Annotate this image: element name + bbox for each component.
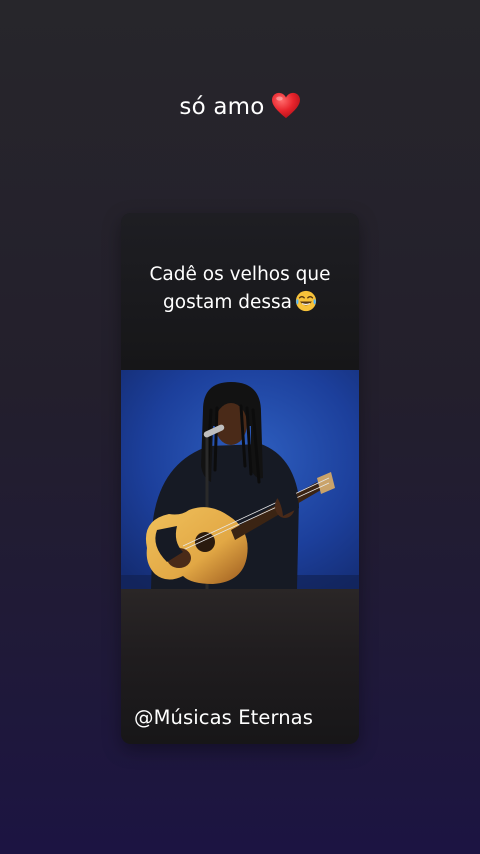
red-heart-icon <box>271 92 301 120</box>
post-header: Cadê os velhos que gostam dessa <box>121 213 359 370</box>
reposted-post-card[interactable]: Cadê os velhos que gostam dessa @Músicas… <box>121 213 359 744</box>
post-footer: @Músicas Eternas <box>121 589 359 744</box>
tears-of-joy-icon <box>295 290 317 312</box>
post-question-line-1: Cadê os velhos que <box>149 264 331 285</box>
post-question: Cadê os velhos que gostam dessa <box>121 261 359 317</box>
story-caption-text: só amo <box>179 94 265 120</box>
story-caption: só amo <box>0 92 480 120</box>
post-question-line-2: gostam dessa <box>163 292 292 313</box>
watermark-handle[interactable]: @Músicas Eternas <box>134 706 313 729</box>
video-thumbnail[interactable] <box>121 370 359 589</box>
